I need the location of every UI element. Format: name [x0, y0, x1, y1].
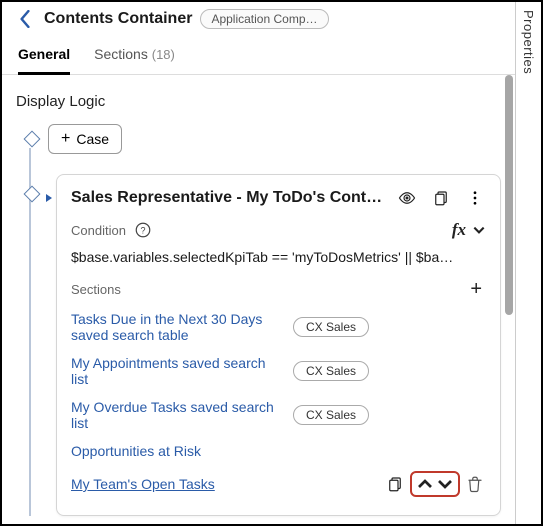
section-name: My Overdue Tasks saved search list	[71, 399, 281, 431]
section-product-pill[interactable]: CX Sales	[293, 317, 369, 337]
case-title: Sales Representative - My ToDo's Cont…	[71, 189, 384, 207]
section-product-pill[interactable]: CX Sales	[293, 361, 369, 381]
section-name: My Appointments saved search list	[71, 355, 281, 387]
delete-icon[interactable]	[464, 473, 486, 495]
context-chip[interactable]: Application Comp…	[200, 9, 328, 29]
sections-label: Sections	[71, 282, 121, 297]
add-case-label: Case	[76, 131, 109, 147]
case-card: Sales Representative - My ToDo's Cont…	[56, 174, 501, 516]
copy-icon[interactable]	[430, 187, 452, 209]
expand-arrow-icon[interactable]	[44, 190, 54, 208]
section-name[interactable]: My Team's Open Tasks	[71, 476, 215, 492]
chevron-down-icon[interactable]	[472, 219, 486, 241]
move-up-button[interactable]	[416, 475, 434, 493]
page-title: Contents Container	[44, 10, 192, 28]
section-row[interactable]: Opportunities at Risk	[71, 437, 486, 465]
tab-label: General	[18, 46, 70, 62]
reorder-controls	[410, 471, 460, 497]
condition-label: Condition	[71, 223, 126, 238]
header: Contents Container Application Comp…	[2, 2, 515, 30]
tree-node-icon	[24, 131, 41, 148]
svg-text:?: ?	[140, 225, 145, 235]
back-chevron-icon[interactable]	[14, 8, 36, 30]
copy-icon[interactable]	[384, 473, 406, 495]
tab-sections[interactable]: Sections (18)	[94, 40, 175, 74]
help-icon[interactable]: ?	[132, 219, 154, 241]
tab-general[interactable]: General	[18, 40, 70, 75]
section-row[interactable]: My Team's Open Tasks	[71, 465, 486, 503]
tree-node-icon	[24, 186, 41, 203]
move-down-button[interactable]	[436, 475, 454, 493]
section-product-pill[interactable]: CX Sales	[293, 405, 369, 425]
tab-label: Sections	[94, 46, 148, 62]
content-scroll[interactable]: Display Logic + Case	[2, 75, 515, 524]
condition-expression[interactable]: $base.variables.selectedKpiTab == 'myToD…	[71, 249, 486, 265]
section-row[interactable]: My Appointments saved search list CX Sal…	[71, 349, 486, 393]
section-row[interactable]: My Overdue Tasks saved search list CX Sa…	[71, 393, 486, 437]
section-name: Opportunities at Risk	[71, 443, 201, 459]
tabs: General Sections (18)	[2, 30, 515, 75]
section-name: Tasks Due in the Next 30 Days saved sear…	[71, 311, 281, 343]
display-logic-title: Display Logic	[16, 93, 501, 110]
plus-icon: +	[61, 131, 70, 147]
section-row[interactable]: Tasks Due in the Next 30 Days saved sear…	[71, 305, 486, 349]
tab-count: (18)	[152, 47, 175, 62]
kebab-menu-icon[interactable]	[464, 187, 486, 209]
sections-list: Tasks Due in the Next 30 Days saved sear…	[71, 305, 486, 503]
scrollbar-thumb[interactable]	[505, 75, 513, 315]
eye-icon[interactable]	[396, 187, 418, 209]
add-case-button[interactable]: + Case	[48, 124, 122, 154]
properties-rail-label: Properties	[521, 10, 536, 74]
scrollbar[interactable]	[505, 75, 513, 524]
properties-rail[interactable]: Properties	[515, 2, 541, 524]
add-section-button[interactable]: +	[466, 279, 486, 299]
fx-label[interactable]: fx	[452, 220, 466, 240]
